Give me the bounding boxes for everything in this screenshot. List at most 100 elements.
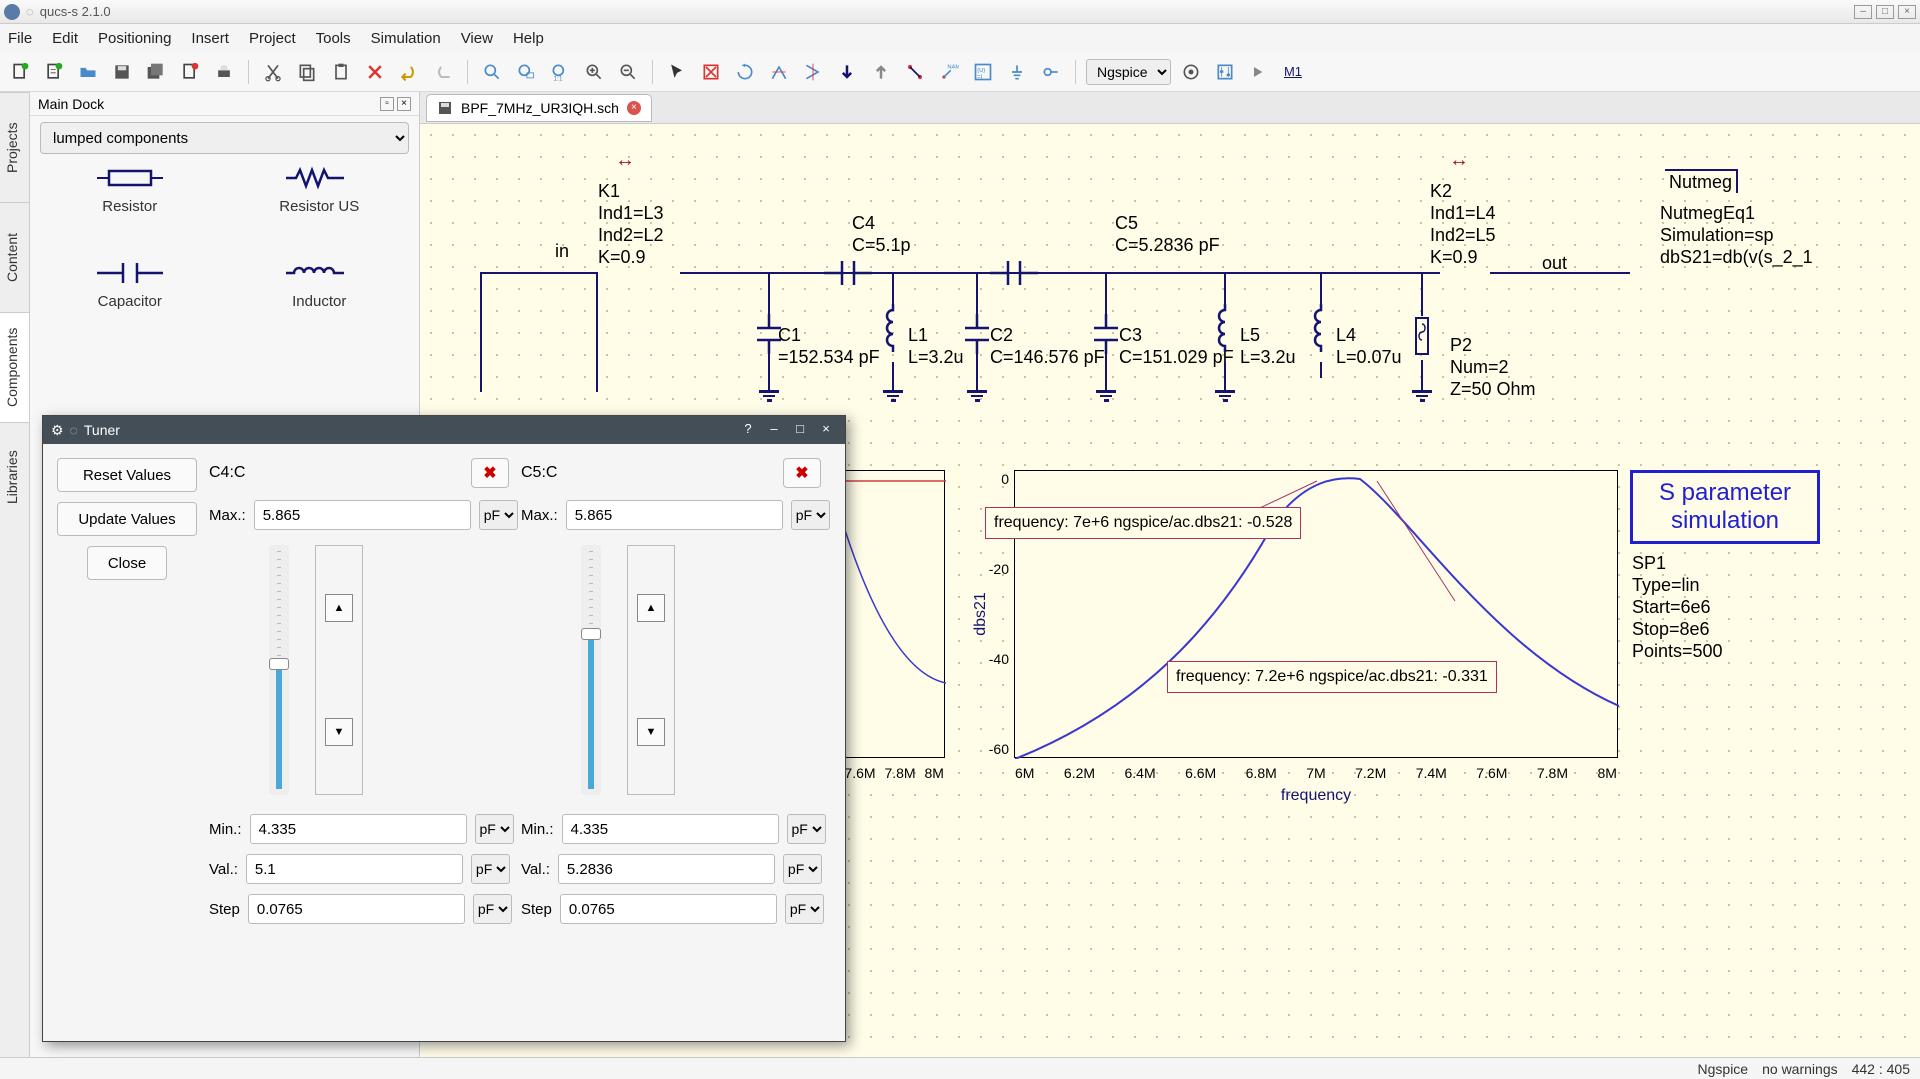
dock-close-icon[interactable]: × bbox=[397, 97, 411, 111]
component-resistor-us[interactable]: Resistor US bbox=[230, 166, 410, 251]
tuner-close-icon[interactable]: × bbox=[815, 421, 837, 439]
step-down-button[interactable]: ▼ bbox=[637, 718, 665, 746]
menu-tools[interactable]: Tools bbox=[316, 30, 351, 47]
redo-icon[interactable] bbox=[429, 58, 457, 86]
l4-symbol bbox=[1308, 304, 1334, 364]
move-up-icon[interactable] bbox=[867, 58, 895, 86]
coupling-arrow-icon: ↔ bbox=[615, 149, 635, 172]
tune-icon[interactable] bbox=[1211, 58, 1239, 86]
cut-icon[interactable] bbox=[259, 58, 287, 86]
val-unit-select[interactable]: pF bbox=[471, 854, 510, 884]
menu-simulation[interactable]: Simulation bbox=[371, 30, 441, 47]
val-unit-select[interactable]: pF bbox=[783, 854, 822, 884]
min-input[interactable] bbox=[562, 814, 779, 844]
update-values-button[interactable]: Update Values bbox=[57, 502, 197, 536]
save-icon[interactable] bbox=[108, 58, 136, 86]
menu-positioning[interactable]: Positioning bbox=[98, 30, 171, 47]
next-icon[interactable] bbox=[1245, 58, 1273, 86]
equation-icon[interactable]: {U}=I bbox=[969, 58, 997, 86]
simulate-icon[interactable] bbox=[1177, 58, 1205, 86]
wire-icon[interactable] bbox=[901, 58, 929, 86]
copy-icon[interactable] bbox=[293, 58, 321, 86]
max-input[interactable] bbox=[254, 500, 471, 530]
marker-m1-icon[interactable]: M1 bbox=[1279, 58, 1307, 86]
delete-mode-icon[interactable] bbox=[697, 58, 725, 86]
step-up-button[interactable]: ▲ bbox=[637, 594, 665, 622]
marker-1: frequency: 7e+6 ngspice/ac.dbs21: -0.528 bbox=[985, 507, 1301, 539]
val-input[interactable] bbox=[246, 854, 463, 884]
maximize-button[interactable]: □ bbox=[1876, 5, 1894, 19]
menu-view[interactable]: View bbox=[461, 30, 493, 47]
close-tab-icon[interactable]: × bbox=[627, 101, 641, 115]
reset-values-button[interactable]: Reset Values bbox=[57, 458, 197, 492]
menu-edit[interactable]: Edit bbox=[52, 30, 78, 47]
file-tab[interactable]: BPF_7MHz_UR3IQH.sch × bbox=[426, 94, 652, 122]
max-unit-select[interactable]: pF bbox=[479, 500, 518, 530]
max-input[interactable] bbox=[566, 500, 783, 530]
max-unit-select[interactable]: pF bbox=[791, 500, 830, 530]
undo-icon[interactable] bbox=[395, 58, 423, 86]
zoom-rect-icon[interactable] bbox=[512, 58, 540, 86]
menu-help[interactable]: Help bbox=[513, 30, 544, 47]
step-unit-select[interactable]: pF bbox=[473, 894, 512, 924]
menu-file[interactable]: File bbox=[8, 30, 32, 47]
min-input[interactable] bbox=[250, 814, 467, 844]
val-input[interactable] bbox=[558, 854, 775, 884]
min-unit-select[interactable]: pF bbox=[787, 814, 826, 844]
delete-param-button[interactable]: ✖ bbox=[471, 458, 509, 488]
wire bbox=[1320, 272, 1322, 306]
dock-float-icon[interactable]: ▫ bbox=[380, 97, 394, 111]
new-file-icon[interactable] bbox=[6, 58, 34, 86]
tab-projects[interactable]: Projects bbox=[0, 92, 29, 202]
step-input[interactable] bbox=[248, 894, 465, 924]
tuner-help-icon[interactable]: ? bbox=[737, 421, 759, 439]
zoom-11-icon[interactable]: 1:1 bbox=[546, 58, 574, 86]
zoom-fit-icon[interactable] bbox=[478, 58, 506, 86]
component-category-select[interactable]: lumped components bbox=[40, 122, 409, 154]
delete-param-button[interactable]: ✖ bbox=[783, 458, 821, 488]
value-slider[interactable] bbox=[269, 545, 289, 795]
move-down-icon[interactable] bbox=[833, 58, 861, 86]
tab-content[interactable]: Content bbox=[0, 202, 29, 312]
value-slider[interactable] bbox=[581, 545, 601, 795]
plot-xticks: 6M6.2M6.4M6.6M6.8M7M7.2M7.4M7.6M7.8M8M bbox=[1015, 765, 1617, 781]
step-input[interactable] bbox=[560, 894, 777, 924]
close-tuner-button[interactable]: Close bbox=[87, 546, 167, 580]
component-inductor[interactable]: Inductor bbox=[230, 261, 410, 346]
tuner-minimize-icon[interactable]: – bbox=[763, 421, 785, 439]
simulator-select[interactable]: Ngspice bbox=[1086, 59, 1171, 85]
component-resistor[interactable]: Resistor bbox=[40, 166, 220, 251]
step-down-button[interactable]: ▼ bbox=[325, 718, 353, 746]
mirror-x-icon[interactable] bbox=[765, 58, 793, 86]
wire bbox=[680, 272, 1414, 274]
menu-project[interactable]: Project bbox=[249, 30, 296, 47]
zoom-out-icon[interactable] bbox=[614, 58, 642, 86]
min-unit-select[interactable]: pF bbox=[475, 814, 514, 844]
step-unit-select[interactable]: pF bbox=[785, 894, 824, 924]
open-icon[interactable] bbox=[74, 58, 102, 86]
in-net-label: in bbox=[555, 240, 569, 262]
mirror-y-icon[interactable] bbox=[799, 58, 827, 86]
save-all-icon[interactable] bbox=[142, 58, 170, 86]
component-capacitor[interactable]: Capacitor bbox=[40, 261, 220, 346]
new-doc-icon[interactable] bbox=[40, 58, 68, 86]
ground-icon[interactable] bbox=[1003, 58, 1031, 86]
close-window-button[interactable]: × bbox=[1898, 5, 1916, 19]
paste-icon[interactable] bbox=[327, 58, 355, 86]
select-cursor-icon[interactable] bbox=[663, 58, 691, 86]
port-icon[interactable] bbox=[1037, 58, 1065, 86]
delete-icon[interactable] bbox=[361, 58, 389, 86]
tab-components[interactable]: Components bbox=[0, 312, 29, 422]
menu-insert[interactable]: Insert bbox=[191, 30, 229, 47]
tab-libraries[interactable]: Libraries bbox=[0, 422, 29, 532]
wire-label-icon[interactable]: NAME bbox=[935, 58, 963, 86]
rotate-icon[interactable] bbox=[731, 58, 759, 86]
minimize-button[interactable]: – bbox=[1854, 5, 1872, 19]
print-icon[interactable] bbox=[210, 58, 238, 86]
tuner-maximize-icon[interactable]: □ bbox=[789, 421, 811, 439]
step-up-button[interactable]: ▲ bbox=[325, 594, 353, 622]
tuner-titlebar[interactable]: ⚙ ◌ Tuner ? – □ × bbox=[43, 416, 845, 444]
window-title: qucs-s 2.1.0 bbox=[40, 4, 111, 19]
close-doc-icon[interactable] bbox=[176, 58, 204, 86]
zoom-in-icon[interactable] bbox=[580, 58, 608, 86]
